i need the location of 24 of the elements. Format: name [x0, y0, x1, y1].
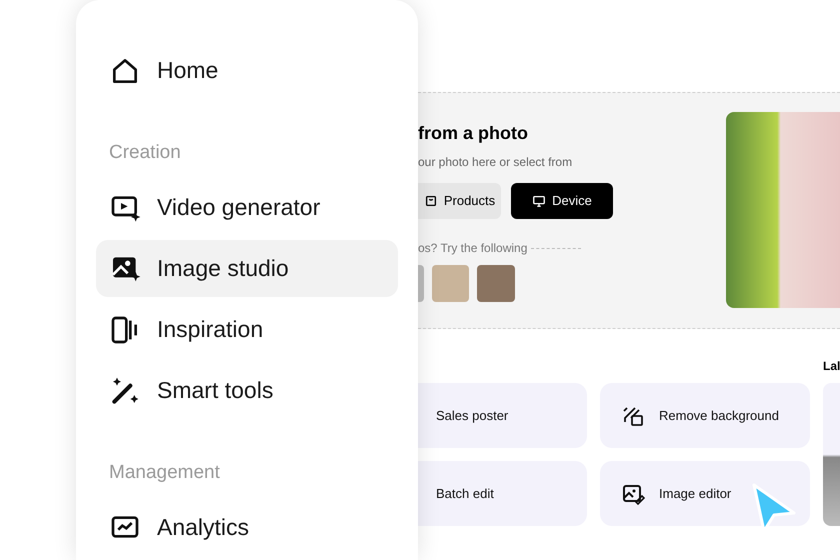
template-card[interactable]: [823, 383, 840, 526]
menu-section-label: Creation: [108, 140, 182, 165]
bag-icon: [424, 194, 438, 208]
upload-title: from a photo: [418, 122, 529, 145]
tool-card[interactable]: Batch edit: [418, 461, 587, 526]
tool-card[interactable]: Sales poster: [418, 383, 587, 448]
upload-subtitle: our photo here or select from: [418, 154, 574, 171]
sample-photo[interactable]: [418, 265, 424, 302]
products-button[interactable]: Products: [418, 183, 501, 219]
menu-item[interactable]: Analytics: [96, 498, 398, 556]
menu-item[interactable]: Inspiration: [96, 300, 398, 358]
menu-item[interactable]: Home: [96, 42, 398, 100]
monitor-icon: [532, 194, 546, 208]
tool-card[interactable]: Remove background: [600, 383, 810, 448]
menu-item[interactable]: Smart tools: [96, 362, 398, 420]
device-button[interactable]: Device: [511, 183, 613, 219]
section-heading: Lal: [823, 358, 840, 373]
tool-card[interactable]: Image editor: [600, 461, 810, 526]
sample-photo[interactable]: [432, 265, 469, 302]
menu-item[interactable]: Video generator: [96, 178, 398, 236]
sample-photo[interactable]: [477, 265, 515, 302]
menu-item[interactable]: Image studio: [96, 240, 398, 297]
menu-section-label: Management: [108, 460, 221, 485]
sample-hint: os? Try the following: [418, 240, 528, 257]
